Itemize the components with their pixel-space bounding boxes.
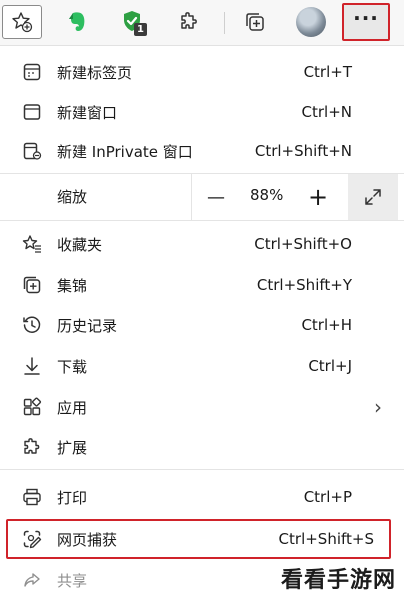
history-icon [20, 313, 44, 337]
menu-item-shortcut: Ctrl+Shift+N [254, 142, 352, 160]
menu-item-new-tab[interactable]: 新建标签页 Ctrl+T [0, 52, 404, 92]
menu-item-new-inprivate[interactable]: 新建 InPrivate 窗口 Ctrl+Shift+N [0, 131, 404, 171]
favorites-icon [20, 232, 44, 256]
more-icon: ··· [353, 6, 379, 30]
printer-icon [20, 485, 44, 509]
settings-menu: 新建标签页 Ctrl+T 新建窗口 Ctrl+N 新建 InPrivate 窗口… [0, 47, 404, 600]
menu-item-apps[interactable]: 应用 › [0, 387, 404, 427]
menu-item-downloads[interactable]: 下载 Ctrl+J [0, 346, 404, 386]
menu-item-shortcut: Ctrl+Shift+O [254, 235, 352, 253]
menu-item-extensions[interactable]: 扩展 [0, 427, 404, 467]
collections-icon [244, 11, 266, 33]
fullscreen-icon [363, 187, 383, 207]
fullscreen-button[interactable] [348, 174, 398, 220]
toolbar-separator [224, 12, 225, 34]
add-favorite-button[interactable] [2, 5, 42, 39]
minus-icon: — [207, 186, 225, 208]
menu-item-label: 应用 [57, 398, 88, 417]
menu-item-shortcut: Ctrl+Shift+Y [256, 276, 352, 294]
menu-item-history[interactable]: 历史记录 Ctrl+H [0, 305, 404, 345]
chevron-right-icon: › [374, 395, 382, 419]
collections-button[interactable] [236, 4, 274, 40]
settings-and-more-button[interactable]: ··· [342, 3, 390, 41]
zoom-row: 缩放 — 88% + [0, 174, 404, 220]
menu-item-label: 历史记录 [57, 316, 118, 335]
menu-item-shortcut: Ctrl+T [303, 63, 352, 81]
evernote-icon [67, 10, 89, 34]
watermark: 看看手游网 [280, 568, 396, 593]
menu-item-label: 新建 InPrivate 窗口 [57, 142, 193, 161]
star-add-icon [11, 11, 33, 33]
puzzle-icon [178, 11, 200, 33]
menu-item-label: 集锦 [57, 276, 88, 295]
shield-extension-button[interactable]: 1 [114, 4, 152, 40]
menu-item-favorites[interactable]: 收藏夹 Ctrl+Shift+O [0, 224, 404, 264]
menu-item-shortcut: Ctrl+N [301, 103, 352, 121]
new-window-icon [20, 100, 44, 124]
avatar [296, 7, 326, 37]
extension-badge: 1 [134, 23, 147, 36]
menu-item-shortcut: Ctrl+J [308, 357, 352, 375]
zoom-out-button[interactable]: — [200, 180, 232, 214]
shield-check-icon: 1 [120, 9, 147, 36]
zoom-level: 88% [250, 186, 284, 204]
highlight-box [6, 519, 391, 559]
download-icon [20, 354, 44, 378]
menu-item-label: 下载 [57, 357, 88, 376]
menu-item-label: 扩展 [57, 438, 88, 457]
share-icon [20, 568, 44, 592]
new-tab-icon [20, 60, 44, 84]
menu-item-label: 收藏夹 [57, 235, 103, 254]
menu-item-label: 共享 [57, 571, 88, 590]
evernote-extension-button[interactable] [60, 4, 96, 40]
puzzle-icon [20, 435, 44, 459]
zoom-in-button[interactable]: + [302, 180, 334, 214]
zoom-separator [191, 174, 192, 220]
plus-icon: + [307, 183, 329, 211]
profile-button[interactable] [292, 4, 330, 40]
menu-item-shortcut: Ctrl+P [303, 488, 352, 506]
menu-item-label: 打印 [57, 488, 88, 507]
apps-icon [20, 395, 44, 419]
menu-item-label: 新建窗口 [57, 103, 118, 122]
inprivate-icon [20, 139, 44, 163]
menu-item-collections[interactable]: 集锦 Ctrl+Shift+Y [0, 265, 404, 305]
menu-divider [0, 469, 404, 470]
zoom-label: 缩放 [57, 188, 88, 206]
menu-item-new-window[interactable]: 新建窗口 Ctrl+N [0, 92, 404, 132]
extensions-button[interactable] [170, 4, 208, 40]
menu-item-print[interactable]: 打印 Ctrl+P [0, 477, 404, 517]
menu-item-label: 新建标签页 [57, 63, 133, 82]
browser-toolbar: 1 ··· [0, 0, 404, 46]
menu-divider [0, 220, 404, 221]
collections-icon [20, 273, 44, 297]
menu-item-shortcut: Ctrl+H [301, 316, 352, 334]
